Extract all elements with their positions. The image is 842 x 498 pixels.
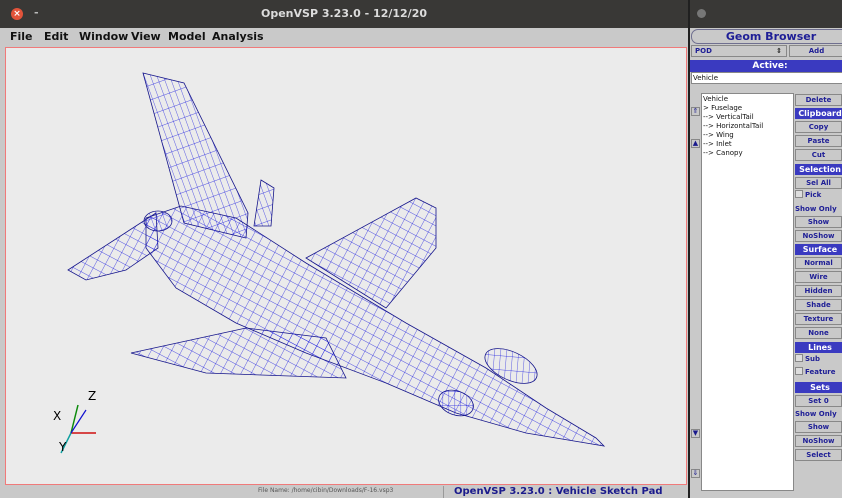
- sets-select-button[interactable]: Select: [795, 449, 842, 461]
- sets-header: Sets: [795, 382, 842, 393]
- tree-item-fuselage[interactable]: > Fuselage: [703, 104, 742, 113]
- move-down-icon[interactable]: ▼: [691, 429, 700, 438]
- axis-x-label: X: [53, 409, 61, 423]
- sub-toggle[interactable]: Sub: [795, 354, 842, 365]
- tree-item-verticaltail[interactable]: --> VerticalTail: [703, 113, 754, 122]
- main-window: × - OpenVSP 3.23.0 - 12/12/20 File Edit …: [0, 0, 688, 498]
- menu-file[interactable]: File: [10, 30, 33, 43]
- move-bottom-icon[interactable]: ⇓: [691, 469, 700, 478]
- hidden-button[interactable]: Hidden: [795, 285, 842, 297]
- geom-type-value: POD: [695, 47, 712, 55]
- show-only-label: Show Only: [795, 205, 837, 213]
- move-top-icon[interactable]: ⇑: [691, 107, 700, 116]
- axis-y-label: Y: [58, 440, 67, 454]
- paste-button[interactable]: Paste: [795, 135, 842, 147]
- status-divider: [443, 486, 444, 498]
- clipboard-header: Clipboard: [795, 108, 842, 119]
- tree-item-vehicle[interactable]: Vehicle: [703, 95, 728, 104]
- active-name-input[interactable]: Vehicle: [691, 72, 842, 84]
- tree-item-canopy[interactable]: --> Canopy: [703, 149, 743, 158]
- surface-mode-select[interactable]: Normal: [795, 257, 842, 269]
- active-header: Active:: [690, 60, 842, 72]
- pick-label: Pick: [805, 191, 822, 199]
- selection-header: Selection: [795, 164, 842, 175]
- close-icon[interactable]: [697, 9, 706, 18]
- status-bar: File Name: /home/cibin/Downloads/F-16.vs…: [0, 486, 688, 498]
- show-button[interactable]: Show: [795, 216, 842, 228]
- menu-analysis[interactable]: Analysis: [212, 30, 264, 43]
- tree-item-horizontaltail[interactable]: --> HorizontalTail: [703, 122, 763, 131]
- tree-item-wing[interactable]: --> Wing: [703, 131, 734, 140]
- chevron-updown-icon: ⇕: [776, 47, 782, 55]
- menu-edit[interactable]: Edit: [44, 30, 68, 43]
- noshow-button[interactable]: NoShow: [795, 230, 842, 242]
- lines-header: Lines: [795, 342, 842, 353]
- sub-label: Sub: [805, 355, 821, 363]
- none-button[interactable]: None: [795, 327, 842, 339]
- menu-bar: File Edit Window View Model Analysis: [0, 28, 688, 46]
- axis-triad: X Y Z: [53, 389, 96, 454]
- axis-z-label: Z: [88, 389, 96, 403]
- menu-window[interactable]: Window: [79, 30, 128, 43]
- viewport-canvas[interactable]: X Y Z: [6, 48, 686, 484]
- geom-type-select[interactable]: POD ⇕: [691, 45, 787, 57]
- sketch-viewport[interactable]: X Y Z: [5, 47, 687, 485]
- surface-header: Surface: [795, 244, 842, 255]
- pick-toggle[interactable]: Pick: [795, 190, 842, 201]
- sets-noshow-button[interactable]: NoShow: [795, 435, 842, 447]
- window-title: OpenVSP 3.23.0 - 12/12/20: [261, 7, 427, 20]
- status-app-title: OpenVSP 3.23.0 : Vehicle Sketch Pad: [454, 486, 663, 497]
- sets-show-only-label: Show Only: [795, 410, 837, 418]
- move-up-icon[interactable]: ▲: [691, 139, 700, 148]
- set-select[interactable]: Set 0: [795, 395, 842, 407]
- main-titlebar: × - OpenVSP 3.23.0 - 12/12/20: [0, 0, 688, 28]
- menu-model[interactable]: Model: [168, 30, 206, 43]
- feature-label: Feature: [805, 368, 836, 376]
- texture-button[interactable]: Texture: [795, 313, 842, 325]
- status-file-name: File Name: /home/cibin/Downloads/F-16.vs…: [258, 487, 394, 494]
- geom-titlebar: [690, 0, 842, 28]
- geom-browser-window: Geom Browser POD ⇕ Add Active: Vehicle ⇑…: [690, 0, 842, 498]
- sets-show-button[interactable]: Show: [795, 421, 842, 433]
- cut-button[interactable]: Cut: [795, 149, 842, 161]
- wire-button[interactable]: Wire: [795, 271, 842, 283]
- pick-checkbox[interactable]: [795, 190, 803, 198]
- copy-button[interactable]: Copy: [795, 121, 842, 133]
- f16-wireframe-model: [67, 72, 606, 447]
- feature-checkbox[interactable]: [795, 367, 803, 375]
- shade-button[interactable]: Shade: [795, 299, 842, 311]
- delete-button[interactable]: Delete: [795, 94, 842, 106]
- menu-view[interactable]: View: [131, 30, 161, 43]
- feature-toggle[interactable]: Feature: [795, 367, 842, 378]
- sub-checkbox[interactable]: [795, 354, 803, 362]
- geom-browser-title: Geom Browser: [691, 29, 842, 44]
- add-button[interactable]: Add: [789, 45, 842, 57]
- select-all-button[interactable]: Sel All: [795, 177, 842, 189]
- geom-tree[interactable]: Vehicle > Fuselage --> VerticalTail --> …: [701, 93, 794, 491]
- tree-item-inlet[interactable]: --> Inlet: [703, 140, 732, 149]
